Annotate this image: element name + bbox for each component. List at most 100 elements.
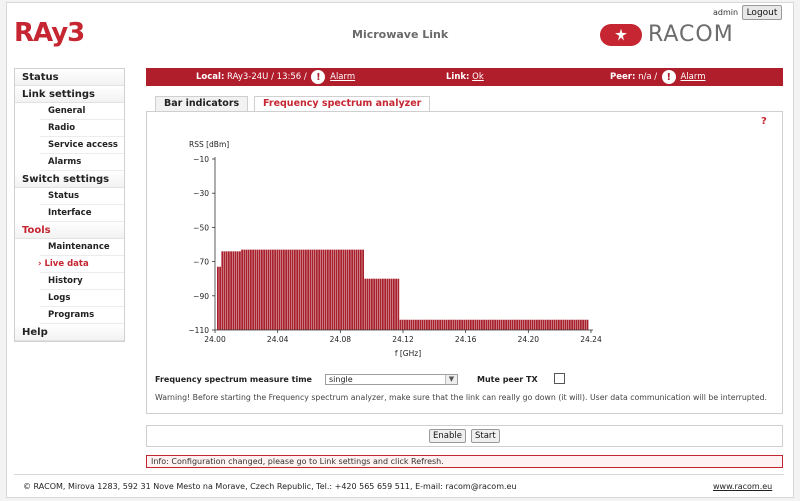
spectrum-bar bbox=[412, 319, 415, 330]
sidebar-item-interface[interactable]: Interface bbox=[40, 205, 124, 222]
spectrum-bar bbox=[547, 319, 549, 330]
chevron-down-icon[interactable]: ▼ bbox=[445, 375, 457, 384]
tab-frequency-spectrum-analyzer[interactable]: Frequency spectrum analyzer bbox=[254, 96, 431, 112]
x-tick-label: 24.16 bbox=[455, 335, 477, 344]
link-status-bar: Local: RAy3-24U / 13:56 / ! Alarm Link: … bbox=[146, 68, 783, 86]
spectrum-bar bbox=[236, 251, 239, 330]
spectrum-bar bbox=[340, 249, 342, 330]
spectrum-bar bbox=[423, 319, 426, 330]
measure-time-select[interactable]: single ▼ bbox=[325, 374, 458, 385]
sidebar-item-alarms[interactable]: Alarms bbox=[40, 154, 124, 171]
spectrum-bar bbox=[305, 249, 307, 330]
spectrum-bar bbox=[584, 319, 587, 330]
page-title: Microwave Link bbox=[352, 28, 449, 41]
spectrum-bar bbox=[516, 319, 518, 330]
spectrum-bar bbox=[243, 249, 246, 330]
x-tick-label: 24.04 bbox=[267, 335, 289, 344]
spectrum-bar bbox=[296, 249, 298, 330]
sidebar-item-maintenance[interactable]: Maintenance bbox=[40, 239, 124, 256]
help-icon[interactable]: ? bbox=[761, 116, 767, 127]
sidebar-section-help[interactable]: Help bbox=[15, 324, 124, 341]
peer-status-value: n/a / bbox=[638, 72, 658, 82]
sidebar-section-tools[interactable]: Tools bbox=[15, 222, 124, 239]
spectrum-bar bbox=[269, 249, 272, 330]
link-status-link[interactable]: Ok bbox=[472, 72, 484, 82]
spectrum-bar bbox=[316, 249, 318, 330]
spectrum-bar bbox=[494, 319, 496, 330]
sidebar-item-radio[interactable]: Radio bbox=[40, 120, 124, 137]
x-axis-label: f [GHz] bbox=[395, 349, 421, 358]
username-label: admin bbox=[713, 8, 739, 17]
spectrum-bar bbox=[307, 249, 309, 330]
y-tick-label: −90 bbox=[193, 292, 209, 301]
peer-alarm-icon: ! bbox=[661, 69, 676, 84]
spectrum-bar bbox=[311, 249, 314, 330]
sidebar-item-general[interactable]: General bbox=[40, 103, 124, 120]
spectrum-bar bbox=[404, 319, 406, 330]
spectrum-bar bbox=[474, 319, 477, 330]
spectrum-bar bbox=[368, 278, 371, 330]
spectrum-bar bbox=[571, 319, 573, 330]
mute-peer-tx-checkbox[interactable] bbox=[554, 373, 565, 384]
spectrum-bar bbox=[538, 319, 540, 330]
spectrum-bar bbox=[421, 319, 424, 330]
spectrum-bar bbox=[230, 251, 232, 330]
spectrum-bar bbox=[533, 319, 536, 330]
footer-website-link[interactable]: www.racom.eu bbox=[713, 482, 772, 491]
spectrum-bar bbox=[450, 319, 452, 330]
tab-bar-indicators[interactable]: Bar indicators bbox=[155, 96, 249, 111]
spectrum-bar bbox=[289, 249, 292, 330]
sidebar-item-programs[interactable]: Programs bbox=[40, 307, 124, 324]
peer-alarm-link[interactable]: Alarm bbox=[681, 72, 706, 82]
spectrum-bar bbox=[558, 319, 560, 330]
start-button[interactable]: Start bbox=[471, 429, 500, 443]
spectrum-bar bbox=[489, 319, 492, 330]
spectrum-bar bbox=[426, 319, 428, 330]
sidebar-section-link-settings[interactable]: Link settings bbox=[15, 86, 124, 103]
spectrum-bar bbox=[223, 251, 226, 330]
sidebar-item-history[interactable]: History bbox=[40, 273, 124, 290]
spectrum-bar bbox=[232, 251, 235, 330]
sidebar-section-switch-settings[interactable]: Switch settings bbox=[15, 171, 124, 188]
spectrum-bar bbox=[344, 249, 347, 330]
spectrum-bar bbox=[520, 319, 523, 330]
sidebar-item-live-data[interactable]: Live data bbox=[40, 256, 124, 273]
spectrum-bar bbox=[582, 319, 584, 330]
info-message: Info: Configuration changed, please go t… bbox=[146, 455, 783, 468]
spectrum-chart: RSS [dBm] f [GHz] −10 −30 −50 −70 −90 −110 24… bbox=[188, 140, 602, 358]
spectrum-bar bbox=[408, 319, 411, 330]
spectrum-bar bbox=[525, 319, 527, 330]
spectrum-bar bbox=[322, 249, 325, 330]
racom-logo-text: RACOM bbox=[648, 22, 734, 47]
sidebar-section-status[interactable]: Status bbox=[15, 69, 124, 86]
spectrum-bar bbox=[362, 249, 364, 330]
spectrum-bar bbox=[379, 278, 382, 330]
y-tick-label: −30 bbox=[193, 189, 209, 198]
spectrum-bar bbox=[518, 319, 521, 330]
spectrum-bar bbox=[274, 249, 276, 330]
spectrum-bar bbox=[285, 249, 287, 330]
spectrum-bar bbox=[522, 319, 525, 330]
spectrum-bar bbox=[241, 249, 243, 330]
logout-button[interactable]: Logout bbox=[742, 5, 782, 20]
racom-logo-mark-icon bbox=[600, 23, 642, 46]
spectrum-bar bbox=[439, 319, 441, 330]
sidebar-item-logs[interactable]: Logs bbox=[40, 290, 124, 307]
spectrum-bar bbox=[560, 319, 562, 330]
sidebar-item-service-access[interactable]: Service access bbox=[40, 137, 124, 154]
spectrum-bar bbox=[355, 249, 358, 330]
local-alarm-link[interactable]: Alarm bbox=[330, 72, 355, 82]
spectrum-bar bbox=[366, 278, 369, 330]
spectrum-bar bbox=[217, 266, 219, 330]
spectrum-bar bbox=[432, 319, 435, 330]
spectrum-bar bbox=[256, 249, 259, 330]
spectrum-bar bbox=[239, 251, 241, 330]
sidebar-item-status[interactable]: Status bbox=[40, 188, 124, 205]
warning-text: Warning! Before starting the Frequency s… bbox=[155, 393, 768, 402]
enable-button[interactable]: Enable bbox=[429, 429, 466, 443]
spectrum-bar bbox=[333, 249, 336, 330]
spectrum-bar bbox=[509, 319, 512, 330]
y-tick-label: −110 bbox=[188, 326, 209, 335]
spectrum-bar bbox=[324, 249, 327, 330]
spectrum-bar bbox=[569, 319, 571, 330]
